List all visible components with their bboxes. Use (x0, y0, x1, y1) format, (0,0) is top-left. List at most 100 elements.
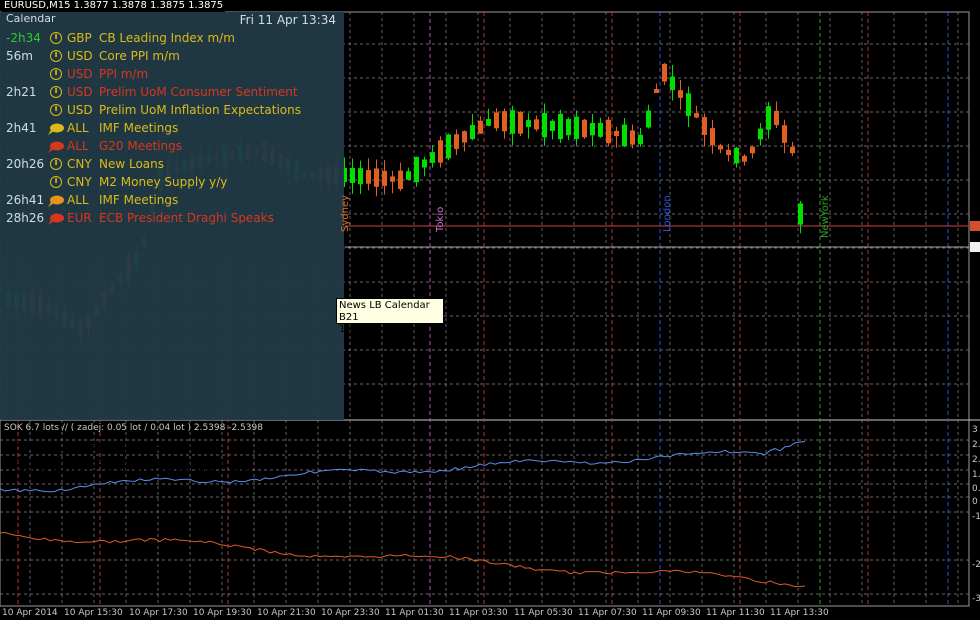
time-axis-label: 11 Apr 01:30 (385, 608, 444, 618)
candle-body (526, 120, 531, 128)
candle-body (350, 167, 355, 183)
time-axis-label: 11 Apr 07:30 (578, 608, 637, 618)
calendar-event-row[interactable]: 2h21 i USD Prelim UoM Consumer Sentiment (0, 83, 344, 101)
calendar-event-row[interactable]: 26h41 ALL IMF Meetings (0, 191, 344, 209)
candle-body (782, 125, 787, 143)
calendar-event-row[interactable]: i USD PPI m/m (0, 65, 344, 83)
event-name: CB Leading Index m/m (99, 31, 235, 45)
candle-body (502, 111, 507, 132)
calendar-tab-label[interactable]: Calendar (6, 12, 55, 25)
candle-body (414, 156, 419, 183)
event-name: New Loans (99, 157, 165, 171)
event-currency: USD (67, 103, 93, 117)
session-label-sydney: Sydney (340, 194, 351, 232)
candle-body (558, 113, 563, 140)
time-axis-label: 11 Apr 03:30 (449, 608, 508, 618)
symbol-info-line: EURUSD,M15 1.3877 1.3878 1.3875 1.3875 (2, 0, 226, 12)
candle-body (686, 93, 691, 116)
tooltip-title: News LB Calendar B21 (339, 300, 430, 323)
session-label-tokio: Tokio (435, 206, 446, 232)
event-name: PPI m/m (99, 67, 149, 81)
candle-body (358, 168, 363, 185)
indicator-axis-label: 1. (972, 470, 980, 480)
candle-body (798, 203, 803, 225)
candle-body (726, 149, 731, 156)
candle-body (590, 123, 595, 136)
time-axis-label: 10 Apr 2014 (2, 608, 58, 618)
event-time: 28h26 (6, 211, 45, 225)
candle-body (710, 128, 715, 146)
candle-body (518, 111, 523, 134)
candle-body (574, 116, 579, 139)
candle-body (366, 170, 371, 184)
news-calendar-panel: Calendar Fri 11 Apr 13:34 -2h34 i GBP CB Le… (0, 12, 344, 420)
candle-body (758, 128, 763, 140)
calendar-event-row[interactable]: -2h34 i GBP CB Leading Index m/m (0, 29, 344, 47)
candle-body (398, 170, 403, 190)
time-axis-label: 11 Apr 05:30 (514, 608, 573, 618)
candle-body (734, 147, 739, 164)
candle-body (382, 170, 387, 186)
event-time: 56m (6, 49, 33, 63)
candle-body (606, 119, 611, 144)
candle-body (766, 106, 771, 130)
event-currency: USD (67, 67, 93, 81)
event-name: M2 Money Supply y/y (99, 175, 228, 189)
candle-body (718, 145, 723, 150)
candle-body (566, 119, 571, 136)
event-name: Prelim UoM Inflation Expectations (99, 103, 301, 117)
price-tag-bid (970, 221, 980, 231)
info-icon: i (50, 86, 62, 98)
candle-body (630, 130, 635, 145)
candle-body (638, 134, 643, 145)
candle-body (774, 110, 779, 126)
candle-body (486, 119, 491, 126)
event-name: ECB President Draghi Speaks (99, 211, 274, 225)
candle-body (742, 155, 747, 162)
info-icon: i (50, 50, 62, 62)
info-icon: i (50, 176, 62, 188)
indicator-axis-label: 3 (972, 425, 978, 435)
indicator-axis-label: -1. (972, 512, 980, 522)
info-icon: i (50, 158, 62, 170)
event-currency: USD (67, 49, 93, 63)
candle-body (390, 176, 395, 182)
calendar-event-row[interactable]: ALL G20 Meetings (0, 137, 344, 155)
candle-body (438, 140, 443, 163)
price-tag-last (970, 242, 980, 252)
candle-body (614, 130, 619, 137)
indicator-line-gbpusd (0, 532, 806, 588)
candle-body (422, 159, 427, 168)
calendar-event-row[interactable]: 56m i USD Core PPI m/m (0, 47, 344, 65)
info-icon: i (50, 104, 62, 116)
indicator-axis-label: 0. (972, 484, 980, 494)
calendar-event-row[interactable]: i USD Prelim UoM Inflation Expectations (0, 101, 344, 119)
indicator-axis-label: 0 (972, 497, 978, 507)
time-axis-label: 10 Apr 21:30 (257, 608, 316, 618)
speech-bubble-icon (48, 212, 64, 225)
candle-body (430, 152, 435, 163)
candle-body (510, 110, 515, 134)
tooltip-value: 1.3871 (339, 324, 374, 335)
speech-bubble-icon (48, 122, 64, 135)
event-time: 26h41 (6, 193, 45, 207)
calendar-event-row[interactable]: 2h41 ALL IMF Meetings (0, 119, 344, 137)
candle-body (374, 168, 379, 187)
calendar-date: Fri 11 Apr 13:34 (239, 13, 336, 27)
candle-body (750, 146, 755, 154)
event-currency: CNY (67, 175, 92, 189)
candle-body (494, 112, 499, 129)
indicator-axis-label: -3 (972, 594, 980, 604)
session-label-newyork: NewYork (820, 195, 831, 238)
time-axis-label: 10 Apr 15:30 (64, 608, 123, 618)
calendar-event-row[interactable]: i CNY M2 Money Supply y/y (0, 173, 344, 191)
indicator-legend-eurusd: EURUSD [1.3878] dle SOKu 0.17 lotu (14, 440, 254, 455)
event-name: G20 Meetings (99, 139, 183, 153)
price-tooltip: News LB Calendar B21 1.3871 (336, 298, 444, 335)
calendar-event-row[interactable]: 28h26 EUR ECB President Draghi Speaks (0, 209, 344, 227)
calendar-event-row[interactable]: 20h26 i CNY New Loans (0, 155, 344, 173)
event-currency: USD (67, 85, 93, 99)
indicator-legend-gbpusd: GBPUSD [1.6731] dle SOKu 0.14 lotu (14, 460, 254, 475)
info-icon: i (50, 32, 62, 44)
candle-body (542, 113, 547, 138)
